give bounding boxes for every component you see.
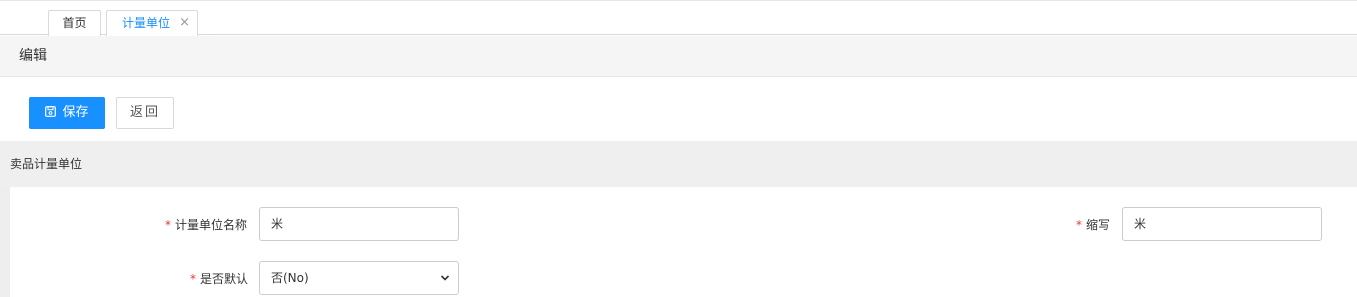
page: 首页 计量单位 × 编辑 保存 返回 卖品计量单位 * 计量单位名称 米 * 缩… xyxy=(0,0,1357,297)
form-area: * 计量单位名称 米 * 缩写 米 * 是否默认 否(No) xyxy=(10,187,1357,297)
abbr-value: 米 xyxy=(1134,217,1147,231)
close-icon[interactable]: × xyxy=(179,11,190,35)
tab-home[interactable]: 首页 xyxy=(48,10,101,36)
section-title: 编辑 xyxy=(19,48,47,64)
left-gutter xyxy=(0,187,10,297)
section-header: 编辑 xyxy=(0,36,1357,77)
tab-unit-label: 计量单位 xyxy=(122,16,171,30)
abbr-text: 缩写 xyxy=(1086,218,1111,232)
unit-name-text: 计量单位名称 xyxy=(175,218,248,232)
save-icon xyxy=(45,99,57,129)
default-value: 否(No) xyxy=(271,271,309,285)
save-label: 保存 xyxy=(62,105,89,120)
form-section-title: 卖品计量单位 xyxy=(0,141,1357,187)
required-mark: * xyxy=(165,218,171,232)
abbr-field[interactable]: 米 xyxy=(1122,207,1322,241)
form-title: 卖品计量单位 xyxy=(10,157,83,171)
required-mark: * xyxy=(1076,218,1082,232)
unit-name-value: 米 xyxy=(271,217,284,231)
abbr-label: * 缩写 xyxy=(1076,216,1110,233)
tab-bar: 首页 计量单位 × xyxy=(0,0,1357,36)
default-select[interactable]: 否(No) xyxy=(259,261,459,295)
default-label: * 是否默认 xyxy=(190,270,248,287)
chevron-down-icon xyxy=(440,262,450,297)
back-label: 返回 xyxy=(129,105,160,120)
default-text: 是否默认 xyxy=(200,272,249,286)
save-button[interactable]: 保存 xyxy=(29,97,105,129)
unit-name-field[interactable]: 米 xyxy=(259,207,459,241)
tab-home-label: 首页 xyxy=(62,16,87,30)
required-mark: * xyxy=(190,272,196,286)
toolbar: 保存 返回 xyxy=(10,88,1357,138)
back-button[interactable]: 返回 xyxy=(116,97,174,129)
unit-name-label: * 计量单位名称 xyxy=(165,216,247,233)
tab-unit[interactable]: 计量单位 × xyxy=(106,10,198,36)
